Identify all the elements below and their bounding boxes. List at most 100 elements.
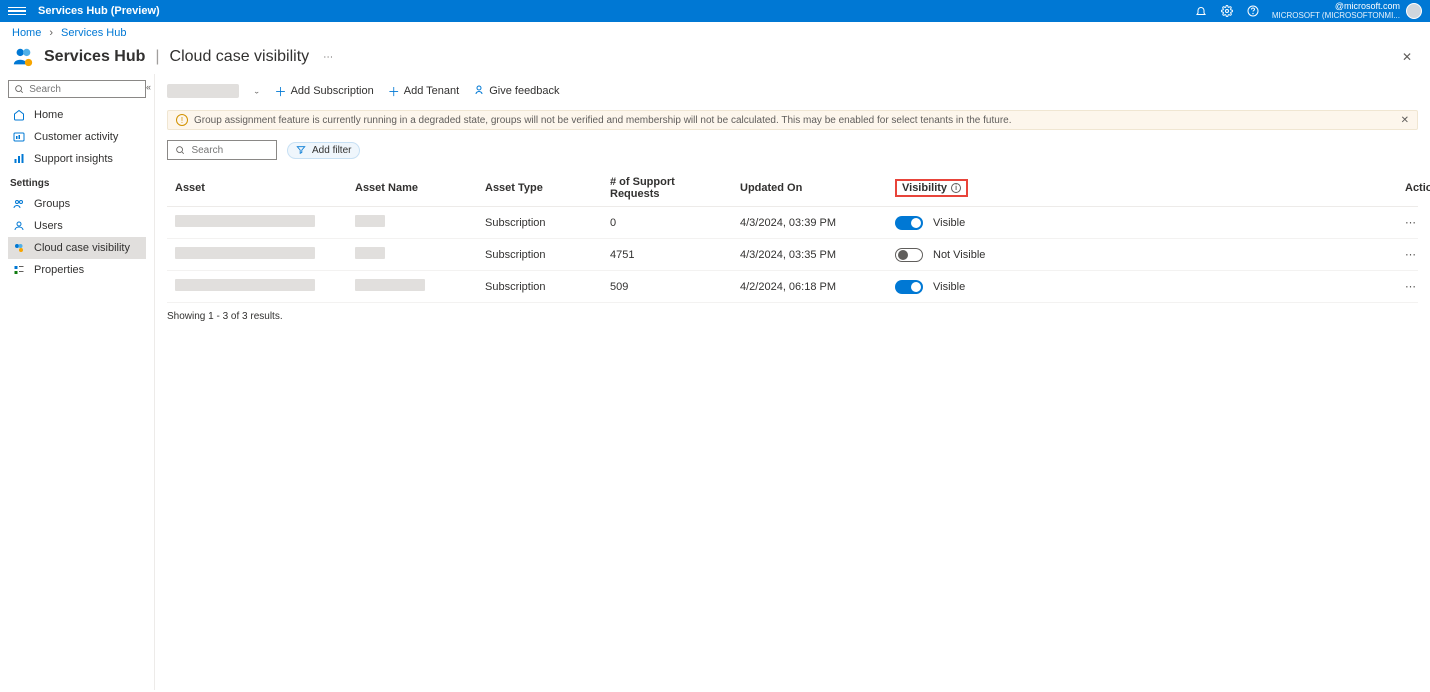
asset-type-cell: Subscription [477, 239, 602, 271]
sidebar-item-label: Customer activity [34, 131, 118, 143]
app-title: Services Hub (Preview) [38, 5, 160, 17]
col-header-updated[interactable]: Updated On [732, 170, 887, 207]
visibility-toggle[interactable] [895, 216, 923, 230]
col-header-visibility[interactable]: Visibility i [887, 170, 1397, 207]
help-icon[interactable] [1246, 4, 1260, 18]
page-more-icon[interactable]: ⋯ [323, 52, 335, 63]
results-summary: Showing 1 - 3 of 3 results. [167, 311, 1418, 322]
close-blade-button[interactable]: ✕ [1402, 50, 1418, 64]
requests-cell: 509 [602, 271, 732, 303]
sidebar-item-label: Support insights [34, 153, 113, 165]
title-separator: | [155, 48, 159, 66]
toolbar-label: Add Subscription [291, 85, 374, 97]
sidebar-item-label: Groups [34, 198, 70, 210]
chevron-down-icon[interactable]: ⌄ [253, 87, 261, 96]
search-icon [174, 143, 185, 157]
visibility-toggle[interactable] [895, 280, 923, 294]
sidebar-item-label: Properties [34, 264, 84, 276]
banner-close-button[interactable]: ✕ [1401, 115, 1409, 126]
banner-text: Group assignment feature is currently ru… [194, 115, 1012, 126]
services-hub-icon [12, 46, 34, 68]
warning-banner: ! Group assignment feature is currently … [167, 110, 1418, 130]
sidebar-item-home[interactable]: Home [8, 104, 146, 126]
sidebar-item-customer-activity[interactable]: Customer activity [8, 126, 146, 148]
add-subscription-button[interactable]: ＋ Add Subscription [275, 83, 374, 100]
search-icon [13, 82, 25, 96]
plus-icon: ＋ [388, 83, 400, 100]
scope-selector-redacted [167, 84, 239, 98]
sidebar-item-label: Home [34, 109, 63, 121]
sidebar-item-users[interactable]: Users [8, 215, 146, 237]
col-header-asset-type[interactable]: Asset Type [477, 170, 602, 207]
visibility-header-label: Visibility [902, 182, 947, 194]
give-feedback-button[interactable]: Give feedback [473, 84, 559, 99]
requests-cell: 4751 [602, 239, 732, 271]
table-header-row: Asset Asset Name Asset Type # of Support… [167, 170, 1418, 207]
row-actions-button[interactable]: ⋯ [1405, 281, 1418, 293]
sidebar-item-groups[interactable]: Groups [8, 193, 146, 215]
user-icon [12, 219, 26, 233]
warning-icon: ! [176, 114, 188, 126]
asset-type-cell: Subscription [477, 207, 602, 239]
grid-search[interactable] [167, 140, 277, 160]
asset-name-redacted [355, 279, 425, 291]
visibility-label: Not Visible [933, 249, 985, 261]
collapse-sidebar-button[interactable]: « [142, 82, 155, 92]
col-header-asset[interactable]: Asset [167, 170, 347, 207]
updated-cell: 4/3/2024, 03:39 PM [732, 207, 887, 239]
row-actions-button[interactable]: ⋯ [1405, 217, 1418, 229]
add-filter-label: Add filter [312, 145, 351, 156]
breadcrumb-services-hub[interactable]: Services Hub [61, 27, 126, 39]
plus-icon: ＋ [275, 83, 287, 100]
sidebar-search-input[interactable] [29, 84, 141, 95]
groups-icon [12, 197, 26, 211]
col-header-actions: Actions [1397, 170, 1418, 207]
page-header: Services Hub | Cloud case visibility ⋯ ✕ [0, 44, 1430, 74]
hamburger-menu-icon[interactable] [8, 7, 26, 16]
row-actions-button[interactable]: ⋯ [1405, 249, 1418, 261]
activity-icon [12, 130, 26, 144]
table-row: Subscription 4751 4/3/2024, 03:35 PM Not… [167, 239, 1418, 271]
body: « Home Customer activity Support insight… [0, 74, 1430, 690]
page-subtitle: Cloud case visibility [170, 48, 310, 66]
asset-name-redacted [355, 215, 385, 227]
page-title: Services Hub [44, 48, 145, 66]
asset-redacted [175, 247, 315, 259]
sidebar-item-properties[interactable]: Properties [8, 259, 146, 281]
requests-cell: 0 [602, 207, 732, 239]
updated-cell: 4/2/2024, 06:18 PM [732, 271, 887, 303]
col-header-requests[interactable]: # of Support Requests [602, 170, 732, 207]
chevron-right-icon: › [49, 27, 53, 39]
table-row: Subscription 509 4/2/2024, 06:18 PM Visi… [167, 271, 1418, 303]
filter-icon [296, 145, 306, 155]
asset-redacted [175, 279, 315, 291]
add-filter-button[interactable]: Add filter [287, 142, 360, 159]
filter-row: Add filter [167, 140, 1418, 160]
main-content: ⌄ ＋ Add Subscription ＋ Add Tenant Give f… [155, 74, 1430, 690]
visibility-icon [12, 241, 26, 255]
insights-icon [12, 152, 26, 166]
grid-search-input[interactable] [191, 145, 270, 156]
asset-type-cell: Subscription [477, 271, 602, 303]
info-icon[interactable]: i [951, 183, 961, 193]
notification-icon[interactable] [1194, 4, 1208, 18]
toolbar: ⌄ ＋ Add Subscription ＋ Add Tenant Give f… [167, 80, 1418, 102]
visibility-table: Asset Asset Name Asset Type # of Support… [167, 170, 1418, 303]
sidebar-search[interactable] [8, 80, 146, 98]
visibility-toggle[interactable] [895, 248, 923, 262]
sidebar-item-label: Cloud case visibility [34, 242, 130, 254]
sidebar-item-cloud-case-visibility[interactable]: Cloud case visibility [8, 237, 146, 259]
breadcrumb-home[interactable]: Home [12, 27, 41, 39]
sidebar-item-support-insights[interactable]: Support insights [8, 148, 146, 170]
avatar [1406, 3, 1422, 19]
toolbar-label: Add Tenant [404, 85, 459, 97]
sidebar-item-label: Users [34, 220, 63, 232]
settings-icon[interactable] [1220, 4, 1234, 18]
properties-icon [12, 263, 26, 277]
updated-cell: 4/3/2024, 03:35 PM [732, 239, 887, 271]
asset-name-redacted [355, 247, 385, 259]
col-header-asset-name[interactable]: Asset Name [347, 170, 477, 207]
user-menu[interactable]: @microsoft.com MICROSOFT (MICROSOFTONMI.… [1272, 2, 1422, 21]
table-row: Subscription 0 4/3/2024, 03:39 PM Visibl… [167, 207, 1418, 239]
add-tenant-button[interactable]: ＋ Add Tenant [388, 83, 459, 100]
